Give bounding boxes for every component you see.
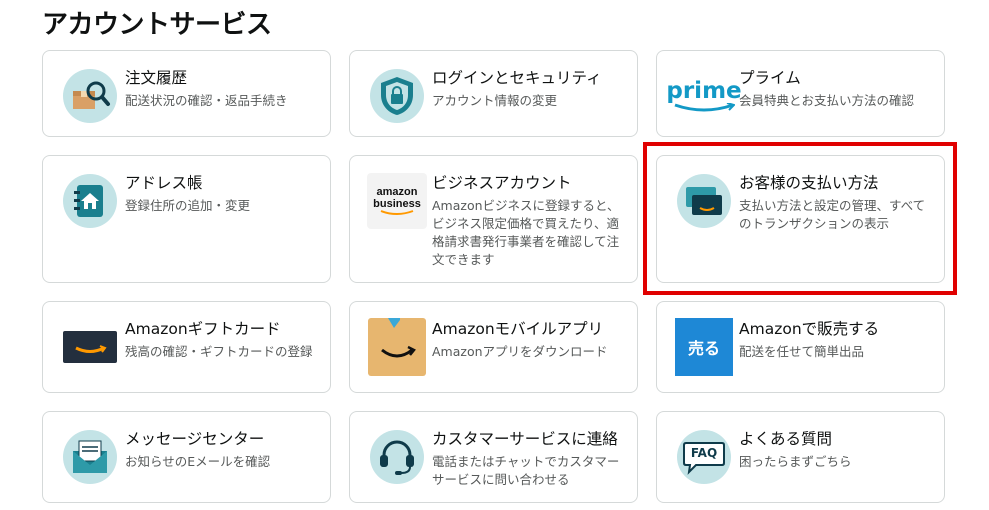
card-title: Amazonギフトカード bbox=[125, 320, 281, 338]
headset-icon bbox=[368, 428, 426, 486]
card-desc: Amazonビジネスに登録すると、ビジネス限定価格で買えたり、適格請求書発行事業… bbox=[432, 198, 620, 267]
card-business-account[interactable]: amazon business ビジネスアカウント Amazonビジネスに登録す… bbox=[349, 155, 638, 283]
card-title: プライム bbox=[739, 69, 801, 87]
address-book-icon bbox=[61, 172, 119, 230]
card-title: お客様の支払い方法 bbox=[739, 174, 879, 192]
gift-card-icon bbox=[59, 318, 121, 376]
card-desc: 会員特典とお支払い方法の確認 bbox=[739, 93, 915, 108]
sell-icon: 売る bbox=[675, 318, 733, 376]
mobile-app-icon bbox=[368, 318, 426, 376]
sell-badge-text: 売る bbox=[675, 318, 733, 376]
card-title: メッセージセンター bbox=[125, 430, 265, 448]
card-title: アドレス帳 bbox=[125, 174, 203, 192]
card-login-security[interactable]: ログインとセキュリティ アカウント情報の変更 bbox=[349, 50, 638, 137]
order-history-icon bbox=[61, 67, 119, 125]
card-customer-service[interactable]: カスタマーサービスに連絡 電話またはチャットでカスタマーサービスに問い合わせる bbox=[349, 411, 638, 503]
message-envelope-icon bbox=[61, 428, 119, 486]
card-desc: 困ったらまずごちら bbox=[739, 454, 852, 469]
faq-bubble-text: FAQ bbox=[690, 446, 718, 460]
card-title: Amazonで販売する bbox=[739, 320, 880, 338]
card-desc: 配送状況の確認・返品手続き bbox=[125, 93, 288, 108]
card-message-center[interactable]: メッセージセンター お知らせのEメールを確認 bbox=[42, 411, 331, 503]
card-payment-methods[interactable]: お客様の支払い方法 支払い方法と設定の管理、すべてのトランザクションの表示 bbox=[656, 155, 945, 283]
prime-logo-icon: prime bbox=[666, 67, 742, 125]
card-desc: 配送を任せて簡単出品 bbox=[739, 344, 865, 359]
card-desc: アカウント情報の変更 bbox=[432, 93, 558, 108]
page-title: アカウントサービス bbox=[42, 10, 272, 40]
card-title: よくある質問 bbox=[739, 430, 833, 448]
card-mobile-app[interactable]: Amazonモバイルアプリ Amazonアプリをダウンロード bbox=[349, 301, 638, 393]
card-address-book[interactable]: アドレス帳 登録住所の追加・変更 bbox=[42, 155, 331, 283]
card-desc: 登録住所の追加・変更 bbox=[125, 198, 251, 213]
card-faq[interactable]: FAQ よくある質問 困ったらまずごちら bbox=[656, 411, 945, 503]
card-desc: Amazonアプリをダウンロード bbox=[432, 344, 608, 359]
prime-logo-text: prime bbox=[666, 78, 742, 104]
card-prime[interactable]: prime プライム 会員特典とお支払い方法の確認 bbox=[656, 50, 945, 137]
card-title: Amazonモバイルアプリ bbox=[432, 320, 604, 338]
card-desc: 支払い方法と設定の管理、すべてのトランザクションの表示 bbox=[739, 198, 926, 231]
card-desc: 残高の確認・ギフトカードの登録 bbox=[125, 344, 313, 359]
card-order-history[interactable]: 注文履歴 配送状況の確認・返品手続き bbox=[42, 50, 331, 137]
card-title: ログインとセキュリティ bbox=[432, 69, 602, 87]
card-title: ビジネスアカウント bbox=[432, 174, 572, 192]
amazon-business-logo-icon: amazon business bbox=[366, 172, 428, 230]
card-gift-card[interactable]: Amazonギフトカード 残高の確認・ギフトカードの登録 bbox=[42, 301, 331, 393]
amazon-logo-text: amazon bbox=[376, 186, 418, 198]
business-logo-text: business bbox=[373, 198, 421, 210]
faq-icon: FAQ bbox=[675, 428, 733, 486]
card-desc: 電話またはチャットでカスタマーサービスに問い合わせる bbox=[432, 454, 620, 487]
payment-card-icon bbox=[675, 172, 733, 230]
security-shield-icon bbox=[368, 67, 426, 125]
card-desc: お知らせのEメールを確認 bbox=[125, 454, 271, 469]
card-title: カスタマーサービスに連絡 bbox=[432, 430, 618, 448]
card-sell-on-amazon[interactable]: 売る Amazonで販売する 配送を任せて簡単出品 bbox=[656, 301, 945, 393]
card-title: 注文履歴 bbox=[125, 69, 188, 87]
